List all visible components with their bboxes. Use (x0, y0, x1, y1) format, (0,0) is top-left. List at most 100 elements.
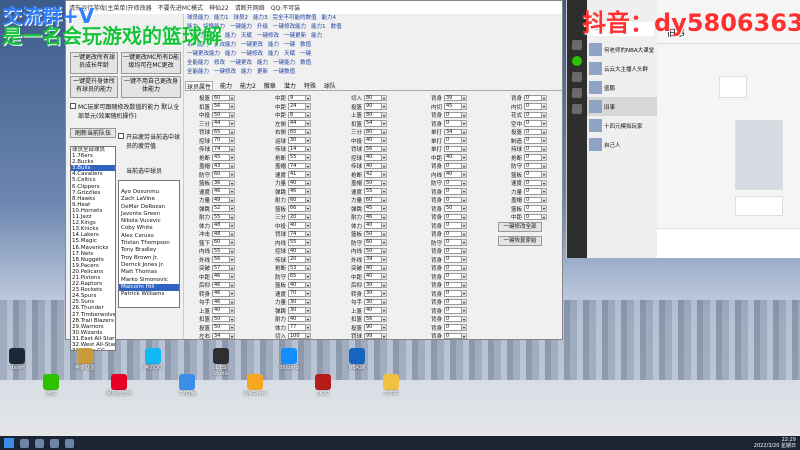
attribute-spinner[interactable]: ▾ (542, 179, 547, 187)
attribute-input[interactable]: 0 (524, 145, 542, 153)
attribute-spinner[interactable]: ▾ (542, 213, 547, 221)
menu-link[interactable]: 一键更改 (230, 60, 252, 66)
attribute-spinner[interactable]: ▾ (382, 128, 387, 136)
attribute-spinner[interactable]: ▾ (462, 315, 467, 323)
attribute-input[interactable]: 80 (364, 94, 382, 102)
menu-link[interactable]: 能力4 (322, 15, 337, 21)
search-icon[interactable] (20, 438, 29, 448)
attribute-input[interactable]: 66 (288, 205, 306, 212)
attribute-spinner[interactable]: ▾ (230, 205, 235, 212)
attribute-input[interactable]: 74 (288, 230, 306, 238)
attribute-input[interactable]: 99 (364, 332, 382, 340)
menu-link[interactable]: 能力3 (253, 15, 268, 21)
attribute-input[interactable]: 0 (524, 188, 542, 195)
attribute-input[interactable]: 30 (364, 290, 382, 297)
attribute-input[interactable]: 0 (444, 307, 462, 314)
attribute-input[interactable]: 40 (288, 247, 306, 255)
attribute-spinner[interactable]: ▾ (462, 230, 467, 238)
attribute-spinner[interactable]: ▾ (306, 162, 311, 170)
attribute-spinner[interactable]: ▾ (382, 256, 387, 263)
attribute-input[interactable]: 34 (444, 128, 462, 136)
attribute-input[interactable]: 80 (364, 111, 382, 119)
player-list-item[interactable]: Tristan Thompson (119, 240, 179, 247)
tab-1[interactable]: 能力 (219, 81, 233, 90)
attribute-input[interactable]: 46 (212, 273, 230, 280)
chat-list-item[interactable]: 十四元模拟玩家 (587, 116, 657, 135)
attribute-input[interactable]: 30 (288, 307, 306, 314)
attribute-input[interactable]: 0 (444, 324, 462, 331)
attribute-spinner[interactable]: ▾ (306, 247, 311, 255)
attribute-spinner[interactable]: ▾ (542, 128, 547, 136)
desktop-icon[interactable]: Blizzard (276, 348, 302, 371)
attribute-spinner[interactable]: ▾ (462, 247, 467, 255)
player-list-item[interactable]: Coby White (119, 225, 179, 232)
attribute-spinner[interactable]: ▾ (462, 94, 467, 102)
attribute-spinner[interactable]: ▾ (382, 230, 387, 238)
favorites-icon[interactable] (572, 88, 582, 98)
attribute-input[interactable]: 40 (212, 307, 230, 314)
attribute-input[interactable]: 0 (524, 162, 542, 170)
attribute-spinner[interactable]: ▾ (382, 205, 387, 212)
attribute-spinner[interactable]: ▾ (382, 239, 387, 246)
attribute-spinner[interactable]: ▾ (382, 273, 387, 280)
contacts-icon[interactable] (572, 72, 582, 82)
attribute-input[interactable]: 39 (364, 256, 382, 263)
attribute-spinner[interactable]: ▾ (230, 324, 235, 331)
attribute-input[interactable]: 45 (444, 103, 462, 110)
attribute-input[interactable]: 14 (288, 145, 306, 153)
attribute-input[interactable]: 57 (212, 264, 230, 272)
menu-link[interactable]: 一键 (284, 42, 295, 48)
attribute-input[interactable]: 55 (288, 239, 306, 246)
attribute-spinner[interactable]: ▾ (382, 264, 387, 272)
menu-link[interactable]: 能力 (311, 33, 322, 39)
attribute-spinner[interactable]: ▾ (382, 137, 387, 144)
attribute-spinner[interactable]: ▾ (306, 137, 311, 144)
menu-link[interactable]: 能力 (225, 51, 236, 57)
attribute-spinner[interactable]: ▾ (306, 154, 311, 161)
attribute-input[interactable]: 46 (212, 298, 230, 306)
attribute-spinner[interactable]: ▾ (382, 120, 387, 127)
attribute-input[interactable]: 24 (288, 103, 306, 110)
attribute-spinner[interactable]: ▾ (542, 94, 547, 102)
attribute-input[interactable]: 49 (212, 196, 230, 204)
menu-link[interactable]: 能力 (225, 33, 236, 39)
attribute-input[interactable]: 65 (288, 273, 306, 280)
attribute-spinner[interactable]: ▾ (382, 222, 387, 229)
attribute-spinner[interactable]: ▾ (462, 222, 467, 229)
desktop-icon[interactable]: steam (4, 348, 30, 371)
attribute-spinner[interactable]: ▾ (382, 162, 387, 170)
attribute-input[interactable]: 0 (524, 171, 542, 178)
attribute-spinner[interactable]: ▾ (230, 256, 235, 263)
menu-link[interactable]: 一键能力 (273, 60, 295, 66)
attribute-spinner[interactable]: ▾ (230, 315, 235, 323)
attribute-spinner[interactable]: ▾ (462, 273, 467, 280)
chat-list-item[interactable]: 云云大主播人头群 (587, 59, 657, 78)
mc-checkbox[interactable] (70, 103, 76, 109)
desktop-icon[interactable]: TV直播 (174, 374, 200, 397)
tab-4[interactable]: 潜力 (283, 81, 297, 90)
attribute-input[interactable]: 0 (524, 154, 542, 161)
attribute-spinner[interactable]: ▾ (382, 290, 387, 297)
fatigue-check[interactable]: 开启疲劳当前选中球员的疲劳值 (118, 132, 182, 150)
attribute-spinner[interactable]: ▾ (382, 307, 387, 314)
player-list-item[interactable]: Javonte Green (119, 211, 179, 218)
desktop-icon[interactable]: NBA2K (344, 348, 370, 371)
menu-link[interactable]: 数值 (331, 24, 342, 30)
attribute-spinner[interactable]: ▾ (306, 264, 311, 272)
attribute-spinner[interactable]: ▾ (462, 120, 467, 127)
attribute-spinner[interactable]: ▾ (230, 264, 235, 272)
attribute-spinner[interactable]: ▾ (230, 298, 235, 306)
attribute-spinner[interactable]: ▾ (542, 205, 547, 212)
attribute-spinner[interactable]: ▾ (462, 137, 467, 144)
attribute-input[interactable]: 0 (444, 137, 462, 144)
attribute-spinner[interactable]: ▾ (462, 171, 467, 178)
attribute-spinner[interactable]: ▾ (230, 239, 235, 246)
chat-list-item[interactable]: 旧事 (587, 97, 657, 116)
attribute-spinner[interactable]: ▾ (230, 137, 235, 144)
attribute-spinner[interactable]: ▾ (542, 188, 547, 195)
menu-link[interactable]: 数值 (300, 60, 311, 66)
attribute-input[interactable]: 0 (444, 188, 462, 195)
team-list[interactable]: 球员全部球员 1.76ers 2.Bucks 3.Bulls 4.Cavaliers 5.… (70, 146, 116, 351)
attribute-input[interactable]: 36 (212, 179, 230, 187)
attribute-spinner[interactable]: ▾ (306, 315, 311, 323)
